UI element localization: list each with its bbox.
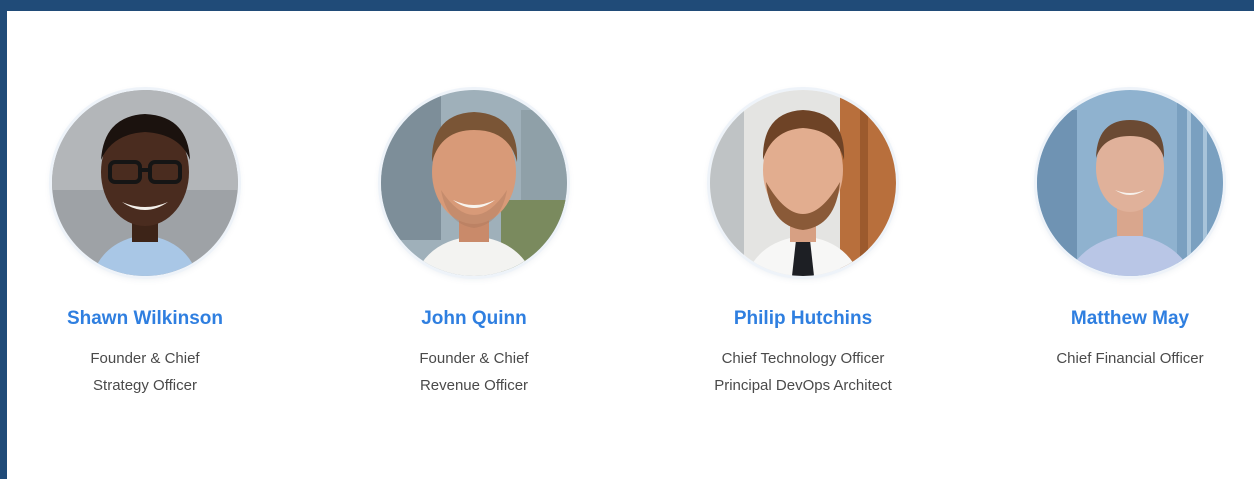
team-member-card: Shawn Wilkinson Founder & Chief Strategy… bbox=[25, 90, 265, 399]
team-member-card: Matthew May Chief Financial Officer bbox=[1010, 90, 1250, 372]
page-frame-top bbox=[0, 0, 1254, 11]
avatar bbox=[1037, 90, 1223, 276]
member-title-line: Chief Technology Officer bbox=[721, 350, 885, 367]
avatar bbox=[710, 90, 896, 276]
member-title: Chief Financial Officer bbox=[1010, 345, 1250, 372]
member-title-line: Chief Financial Officer bbox=[1056, 350, 1204, 367]
avatar bbox=[52, 90, 238, 276]
member-title: Chief Technology Officer Principal DevOp… bbox=[683, 345, 923, 399]
member-title: Founder & Chief Revenue Officer bbox=[354, 345, 594, 399]
member-title-line: Revenue Officer bbox=[419, 377, 529, 394]
member-name: John Quinn bbox=[421, 308, 527, 329]
member-name: Matthew May bbox=[1070, 308, 1190, 329]
profile-photo bbox=[381, 90, 567, 276]
member-name: Philip Hutchins bbox=[733, 308, 873, 329]
page-frame-left bbox=[0, 0, 7, 479]
member-title-line: Principal DevOps Architect bbox=[714, 377, 892, 394]
member-title-line: Founder & Chief bbox=[419, 350, 529, 367]
profile-photo bbox=[710, 90, 896, 276]
member-name: Shawn Wilkinson bbox=[66, 308, 224, 329]
member-title-line: Founder & Chief bbox=[90, 350, 200, 367]
avatar bbox=[381, 90, 567, 276]
profile-photo bbox=[1037, 90, 1223, 276]
profile-photo bbox=[52, 90, 238, 276]
team-member-card: Philip Hutchins Chief Technology Officer… bbox=[683, 90, 923, 399]
member-title-line: Strategy Officer bbox=[93, 377, 197, 394]
team-member-card: John Quinn Founder & Chief Revenue Offic… bbox=[354, 90, 594, 399]
member-title: Founder & Chief Strategy Officer bbox=[25, 345, 265, 399]
